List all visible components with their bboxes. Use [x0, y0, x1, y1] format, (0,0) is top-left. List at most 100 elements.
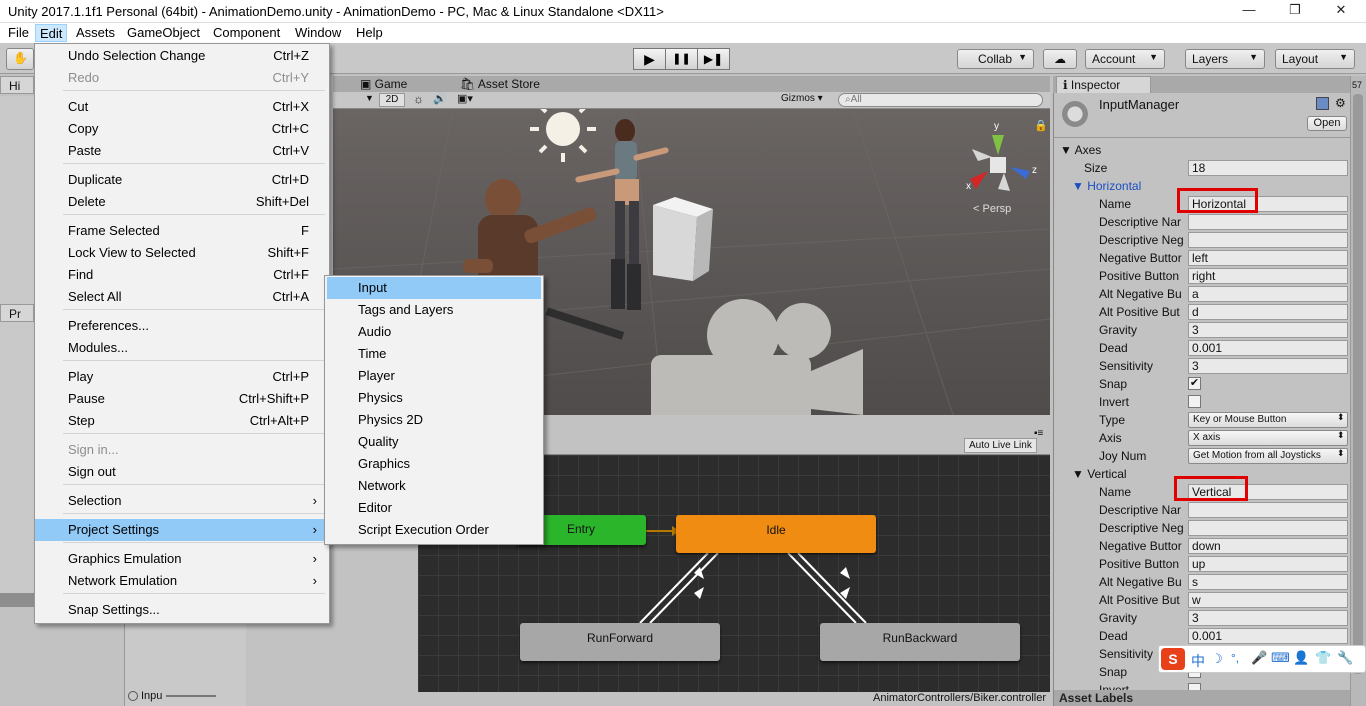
close-button[interactable]: ✕ — [1318, 2, 1364, 18]
persp-label[interactable]: < Persp — [973, 203, 1011, 215]
tab-project[interactable]: Pr — [0, 304, 34, 322]
menu-window[interactable]: Window — [291, 24, 345, 42]
joy-num-dropdown[interactable]: Get Motion from all Joysticks — [1188, 448, 1348, 464]
positive-button-field[interactable]: right — [1188, 268, 1348, 284]
open-button[interactable]: Open — [1307, 116, 1347, 131]
descriptive-neg-field[interactable] — [1188, 232, 1348, 248]
gravity-field[interactable]: 3 — [1188, 610, 1348, 626]
settings-icon[interactable]: ⚙ — [1335, 96, 1346, 110]
keyboard-icon[interactable]: ⌨ — [1271, 650, 1290, 666]
project-settings-item-physics[interactable]: Physics — [325, 387, 543, 409]
tab-asset-store[interactable]: 🛍 Asset Store — [456, 76, 566, 92]
scrollbar-thumb[interactable] — [1353, 94, 1363, 674]
tab-game[interactable]: ▣ Game — [356, 76, 446, 92]
audio-icon[interactable]: 🔊 — [433, 92, 447, 105]
play-button[interactable]: ▶ — [633, 48, 666, 70]
hand-tool-icon[interactable]: ✋ — [6, 48, 34, 70]
auto-live-link-toggle[interactable]: Auto Live Link — [964, 438, 1037, 453]
punctuation-icon[interactable]: °, — [1231, 651, 1239, 665]
project-settings-item-time[interactable]: Time — [325, 343, 543, 365]
type-dropdown[interactable]: Key or Mouse Button — [1188, 412, 1348, 428]
edit-menu-item-find[interactable]: Find Ctrl+F — [35, 264, 329, 286]
edit-menu-item-selection[interactable]: Selection › — [35, 490, 329, 512]
edit-menu-item-sign-out[interactable]: Sign out — [35, 461, 329, 483]
moon-icon[interactable]: ☽ — [1211, 651, 1223, 667]
cloud-icon[interactable]: ☁ — [1043, 49, 1077, 69]
project-settings-item-audio[interactable]: Audio — [325, 321, 543, 343]
size-field[interactable]: 18 — [1188, 160, 1348, 176]
edit-menu-item-undo-selection-change[interactable]: Undo Selection Change Ctrl+Z — [35, 45, 329, 67]
skin-icon[interactable]: 👕 — [1315, 650, 1331, 666]
edit-menu-item-snap-settings[interactable]: Snap Settings... — [35, 599, 329, 621]
project-settings-item-tags-and-layers[interactable]: Tags and Layers — [325, 299, 543, 321]
gravity-field[interactable]: 3 — [1188, 322, 1348, 338]
alt-negative-bu-field[interactable]: a — [1188, 286, 1348, 302]
edit-menu-item-step[interactable]: Step Ctrl+Alt+P — [35, 410, 329, 432]
layout-button[interactable]: Layout ▼ — [1275, 49, 1355, 69]
edit-menu-item-cut[interactable]: Cut Ctrl+X — [35, 96, 329, 118]
negative-buttor-field[interactable]: down — [1188, 538, 1348, 554]
menu-gameobject[interactable]: GameObject — [123, 24, 204, 42]
sogou-logo-icon[interactable]: S — [1161, 648, 1185, 670]
edit-menu-item-paste[interactable]: Paste Ctrl+V — [35, 140, 329, 162]
microphone-icon[interactable]: 🎤 — [1251, 650, 1267, 666]
edit-menu-item-pause[interactable]: Pause Ctrl+Shift+P — [35, 388, 329, 410]
alt-positive-but-field[interactable]: w — [1188, 592, 1348, 608]
descriptive-nar-field[interactable] — [1188, 214, 1348, 230]
minimize-button[interactable]: — — [1226, 2, 1272, 17]
layers-button[interactable]: Layers ▼ — [1185, 49, 1265, 69]
menu-file[interactable]: File — [4, 24, 33, 42]
scene-search-input[interactable]: ⌕All — [838, 93, 1043, 107]
light-icon[interactable]: ☼ — [413, 92, 424, 106]
menu-help[interactable]: Help — [352, 24, 387, 42]
gizmos-dropdown[interactable]: Gizmos ▾ — [781, 93, 823, 104]
edit-menu-item-duplicate[interactable]: Duplicate Ctrl+D — [35, 169, 329, 191]
collab-button[interactable]: Collab ▼ — [957, 49, 1034, 69]
project-settings-item-input[interactable]: Input — [327, 277, 541, 299]
inspector-scrollbar[interactable]: 57 — [1350, 76, 1366, 706]
edit-menu-item-graphics-emulation[interactable]: Graphics Emulation › — [35, 548, 329, 570]
pause-button[interactable]: ❚❚ — [665, 48, 698, 70]
edit-menu-item-select-all[interactable]: Select All Ctrl+A — [35, 286, 329, 308]
tab-inspector[interactable]: ℹ Inspector — [1056, 76, 1151, 93]
negative-buttor-field[interactable]: left — [1188, 250, 1348, 266]
checkbox-checked[interactable]: ✔ — [1188, 377, 1201, 390]
project-settings-item-graphics[interactable]: Graphics — [325, 453, 543, 475]
project-settings-item-network[interactable]: Network — [325, 475, 543, 497]
edit-menu-item-lock-view-to-selected[interactable]: Lock View to Selected Shift+F — [35, 242, 329, 264]
dead-field[interactable]: 0.001 — [1188, 628, 1348, 644]
asset-labels-bar[interactable]: Asset Labels — [1054, 690, 1351, 706]
alt-positive-but-field[interactable]: d — [1188, 304, 1348, 320]
edit-menu-item-preferences[interactable]: Preferences... — [35, 315, 329, 337]
state-run-backward[interactable]: RunBackward — [820, 623, 1020, 661]
axis-dropdown[interactable]: X axis — [1188, 430, 1348, 446]
dead-field[interactable]: 0.001 — [1188, 340, 1348, 356]
step-button[interactable]: ▶❚ — [697, 48, 730, 70]
checkbox[interactable] — [1188, 395, 1201, 408]
edit-menu-item-delete[interactable]: Delete Shift+Del — [35, 191, 329, 213]
positive-button-field[interactable]: up — [1188, 556, 1348, 572]
descriptive-neg-field[interactable] — [1188, 520, 1348, 536]
account-button[interactable]: Account ▼ — [1085, 49, 1165, 69]
effects-icon[interactable]: ▣▾ — [457, 92, 473, 105]
edit-menu-item-project-settings[interactable]: Project Settings › — [35, 519, 329, 541]
edit-menu-item-copy[interactable]: Copy Ctrl+C — [35, 118, 329, 140]
project-settings-item-script-execution-order[interactable]: Script Execution Order — [325, 519, 543, 541]
project-settings-item-editor[interactable]: Editor — [325, 497, 543, 519]
state-run-forward[interactable]: RunForward — [520, 623, 720, 661]
state-idle[interactable]: Idle — [676, 515, 876, 553]
user-icon[interactable]: 👤 — [1293, 650, 1309, 666]
project-settings-item-player[interactable]: Player — [325, 365, 543, 387]
edit-menu-item-modules[interactable]: Modules... — [35, 337, 329, 359]
project-settings-item-quality[interactable]: Quality — [325, 431, 543, 453]
descriptive-nar-field[interactable] — [1188, 502, 1348, 518]
project-settings-item-physics-2d[interactable]: Physics 2D — [325, 409, 543, 431]
chinese-mode-icon[interactable]: 中 — [1191, 651, 1205, 671]
edit-menu-item-network-emulation[interactable]: Network Emulation › — [35, 570, 329, 592]
menu-component[interactable]: Component — [209, 24, 284, 42]
help-icon[interactable] — [1316, 97, 1329, 110]
menu-assets[interactable]: Assets — [72, 24, 119, 42]
2d-toggle[interactable]: 2D — [379, 93, 405, 107]
edit-menu-item-play[interactable]: Play Ctrl+P — [35, 366, 329, 388]
sensitivity-field[interactable]: 3 — [1188, 358, 1348, 374]
